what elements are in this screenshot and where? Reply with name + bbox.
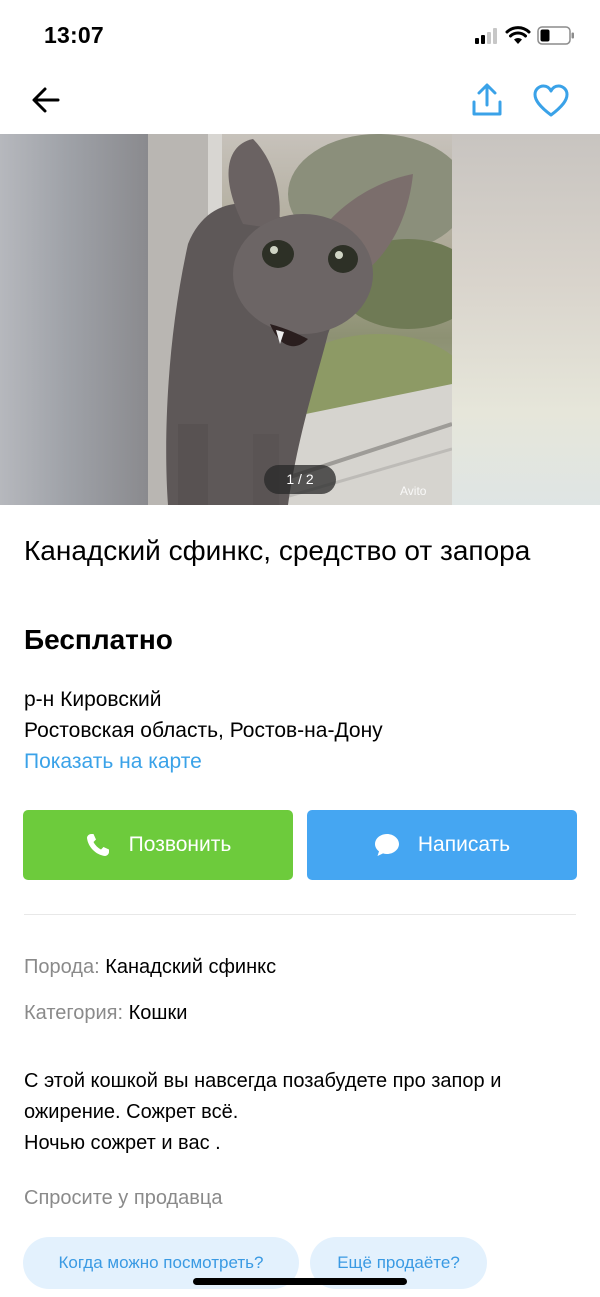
- show-on-map-link[interactable]: Показать на карте: [24, 746, 383, 777]
- param-value: Кошки: [128, 1002, 188, 1024]
- section-divider: [24, 914, 576, 915]
- param-label: Категория:: [24, 1002, 124, 1024]
- description-line: ожирение. Сожрет всё.: [24, 1101, 239, 1123]
- nav-bar: [0, 70, 600, 134]
- description-line: Ночью сожрет и вас .: [24, 1132, 221, 1154]
- address-region-city: Ростовская область, Ростов-на-Дону: [24, 719, 383, 742]
- home-indicator[interactable]: [193, 1278, 407, 1285]
- share-icon[interactable]: [470, 82, 504, 118]
- param-value: Канадский сфинкс: [105, 956, 277, 978]
- description-line: С этой кошкой вы навсегда позабудете про…: [24, 1070, 502, 1092]
- chat-bubble-icon: [374, 834, 399, 856]
- call-button[interactable]: Позвонить: [23, 810, 293, 880]
- photo-gallery[interactable]: 1 / 2 Avito: [0, 134, 600, 505]
- write-button[interactable]: Написать: [307, 810, 577, 880]
- cellular-signal-icon: [475, 28, 499, 44]
- ask-seller-title: Спросите у продавца: [24, 1187, 223, 1209]
- status-time: 13:07: [44, 22, 104, 48]
- sphynx-cat-photo: [148, 134, 452, 505]
- param-label: Порода:: [24, 956, 100, 978]
- wifi-icon: [505, 26, 531, 44]
- status-bar: 13:07: [0, 0, 600, 70]
- phone-icon: [86, 834, 109, 856]
- battery-icon: [537, 26, 574, 45]
- arrow-left-icon[interactable]: [30, 84, 62, 116]
- write-button-label: Написать: [417, 833, 511, 856]
- avito-watermark: Avito: [400, 484, 427, 498]
- heart-icon[interactable]: [533, 84, 569, 118]
- listing-photo[interactable]: [148, 134, 452, 505]
- address-district: р-н Кировский: [24, 688, 162, 711]
- param-breed: Порода: Канадский сфинкс: [24, 952, 276, 982]
- listing-address: р-н Кировский Ростовская область, Ростов…: [24, 684, 383, 777]
- param-category: Категория: Кошки: [24, 998, 187, 1028]
- listing-description: С этой кошкой вы навсегда позабудете про…: [24, 1066, 584, 1159]
- gallery-blurred-background: [452, 134, 600, 505]
- listing-price: Бесплатно: [24, 624, 173, 655]
- listing-title: Канадский сфинкс, средство от запора: [24, 535, 531, 566]
- gallery-blurred-background: [0, 134, 148, 505]
- call-button-label: Позвонить: [128, 833, 232, 856]
- photo-counter: 1 / 2: [264, 465, 336, 494]
